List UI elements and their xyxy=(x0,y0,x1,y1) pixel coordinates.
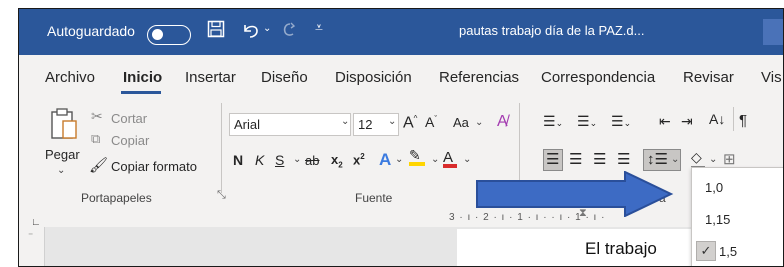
font-color-icon[interactable]: A xyxy=(443,149,457,168)
toggle-knob xyxy=(152,29,163,40)
paste-label[interactable]: Pegar xyxy=(45,147,80,162)
annotation-arrow xyxy=(476,171,674,217)
decrease-indent-icon[interactable]: ⇤ xyxy=(659,113,671,130)
document-page[interactable] xyxy=(457,229,697,266)
active-tab-indicator xyxy=(121,91,161,94)
checkmark-icon: ✓ xyxy=(696,241,716,261)
autosave-toggle[interactable] xyxy=(147,25,191,45)
text-effects-icon[interactable]: A xyxy=(379,150,391,170)
align-right-icon[interactable]: ☰ xyxy=(593,150,606,168)
document-text[interactable]: El trabajo xyxy=(585,239,657,259)
divider xyxy=(733,107,734,131)
show-formatting-icon[interactable]: ¶ xyxy=(739,112,747,129)
copy-label: Copiar xyxy=(111,133,150,148)
tab-disposicion[interactable]: Disposición xyxy=(335,69,412,86)
grow-font-icon[interactable]: A^ xyxy=(403,114,417,132)
underline-button[interactable]: S xyxy=(275,152,284,168)
tab-diseno[interactable]: Diseño xyxy=(261,69,308,86)
shrink-font-icon[interactable]: Aˇ xyxy=(425,114,437,130)
paste-icon[interactable] xyxy=(49,107,79,145)
search-box-edge[interactable] xyxy=(763,19,783,45)
font-color-dropdown-icon[interactable]: ⌄ xyxy=(463,154,471,165)
autosave-label: Autoguardado xyxy=(47,23,135,39)
tab-vista[interactable]: Vis xyxy=(761,69,782,86)
tab-revisar[interactable]: Revisar xyxy=(683,69,734,86)
clear-formatting-icon[interactable]: A̸ xyxy=(497,113,508,131)
bullets-icon[interactable]: ☰⌄ xyxy=(543,113,563,130)
justify-icon[interactable]: ☰ xyxy=(617,150,630,168)
underline-dropdown-icon[interactable]: ⌄ xyxy=(293,154,301,165)
highlight-dropdown-icon[interactable]: ⌄ xyxy=(431,154,439,165)
customize-qat-icon[interactable]: ⩡ xyxy=(315,19,323,36)
group-separator xyxy=(221,103,222,193)
undo-dropdown-icon[interactable]: ⌄ xyxy=(263,23,271,34)
undo-icon[interactable] xyxy=(241,21,261,44)
line-spacing-option-selected[interactable]: 1,5 xyxy=(719,244,737,259)
align-left-icon[interactable]: ☰ xyxy=(546,150,559,168)
cut-icon: ✂ xyxy=(91,108,103,124)
font-group-label: Fuente xyxy=(355,191,393,205)
format-painter-icon[interactable]: 🖌︎ xyxy=(89,156,108,174)
superscript-button[interactable]: x2 xyxy=(353,152,365,167)
clipboard-group-label: Portapapeles xyxy=(81,191,152,205)
text-effects-dropdown-icon[interactable]: ⌄ xyxy=(395,154,403,165)
tab-referencias[interactable]: Referencias xyxy=(439,69,519,86)
line-spacing-option[interactable]: 1,0 xyxy=(705,180,723,195)
save-icon[interactable] xyxy=(207,20,225,43)
word-window: Autoguardado ⌄ ⩡ pautas trabajo día de l… xyxy=(18,8,784,267)
borders-icon[interactable]: ⊞ xyxy=(723,150,736,168)
change-case-dropdown-icon[interactable]: ⌄ xyxy=(475,117,483,128)
tab-inicio[interactable]: Inicio xyxy=(123,69,162,86)
shading-dropdown-icon[interactable]: ⌄ xyxy=(709,154,717,165)
cut-label: Cortar xyxy=(111,111,148,126)
tab-archivo[interactable]: Archivo xyxy=(45,69,95,86)
numbering-icon[interactable]: ☰⌄ xyxy=(577,113,597,130)
highlight-icon[interactable]: ✎ xyxy=(409,147,425,166)
copy-icon: ⧉ xyxy=(91,131,101,146)
tab-insertar[interactable]: Insertar xyxy=(185,69,236,86)
font-size-dropdown-icon[interactable]: ⌄ xyxy=(388,116,396,127)
title-bar: Autoguardado ⌄ ⩡ pautas trabajo día de l… xyxy=(19,9,783,55)
font-family-field[interactable]: Arial xyxy=(229,113,351,136)
multilevel-list-icon[interactable]: ☰⌄ xyxy=(611,113,631,130)
change-case-button[interactable]: Aa xyxy=(453,115,469,130)
shading-icon[interactable]: ◇ xyxy=(691,149,705,169)
line-spacing-option[interactable]: 1,15 xyxy=(705,212,730,227)
bold-button[interactable]: N xyxy=(233,152,243,168)
strikethrough-button[interactable]: ab xyxy=(305,153,319,168)
subscript-button[interactable]: x2 xyxy=(331,152,343,170)
sort-icon[interactable]: A↓ xyxy=(709,111,725,127)
line-spacing-icon[interactable]: ↕☰ xyxy=(647,150,668,168)
format-painter-label[interactable]: Copiar formato xyxy=(111,159,197,174)
line-spacing-dropdown-icon[interactable]: ⌄ xyxy=(671,154,679,165)
increase-indent-icon[interactable]: ⇥ xyxy=(681,113,693,130)
tab-correspondencia[interactable]: Correspondencia xyxy=(541,69,655,86)
redo-icon xyxy=(281,21,299,44)
font-family-dropdown-icon[interactable]: ⌄ xyxy=(341,116,349,127)
document-title: pautas trabajo día de la PAZ.d... xyxy=(459,23,645,38)
align-center-icon[interactable]: ☰ xyxy=(569,150,582,168)
vertical-ruler[interactable]: ⁻ xyxy=(19,227,45,266)
italic-button[interactable]: K xyxy=(255,152,264,168)
paste-dropdown-icon[interactable]: ⌄ xyxy=(57,165,65,176)
